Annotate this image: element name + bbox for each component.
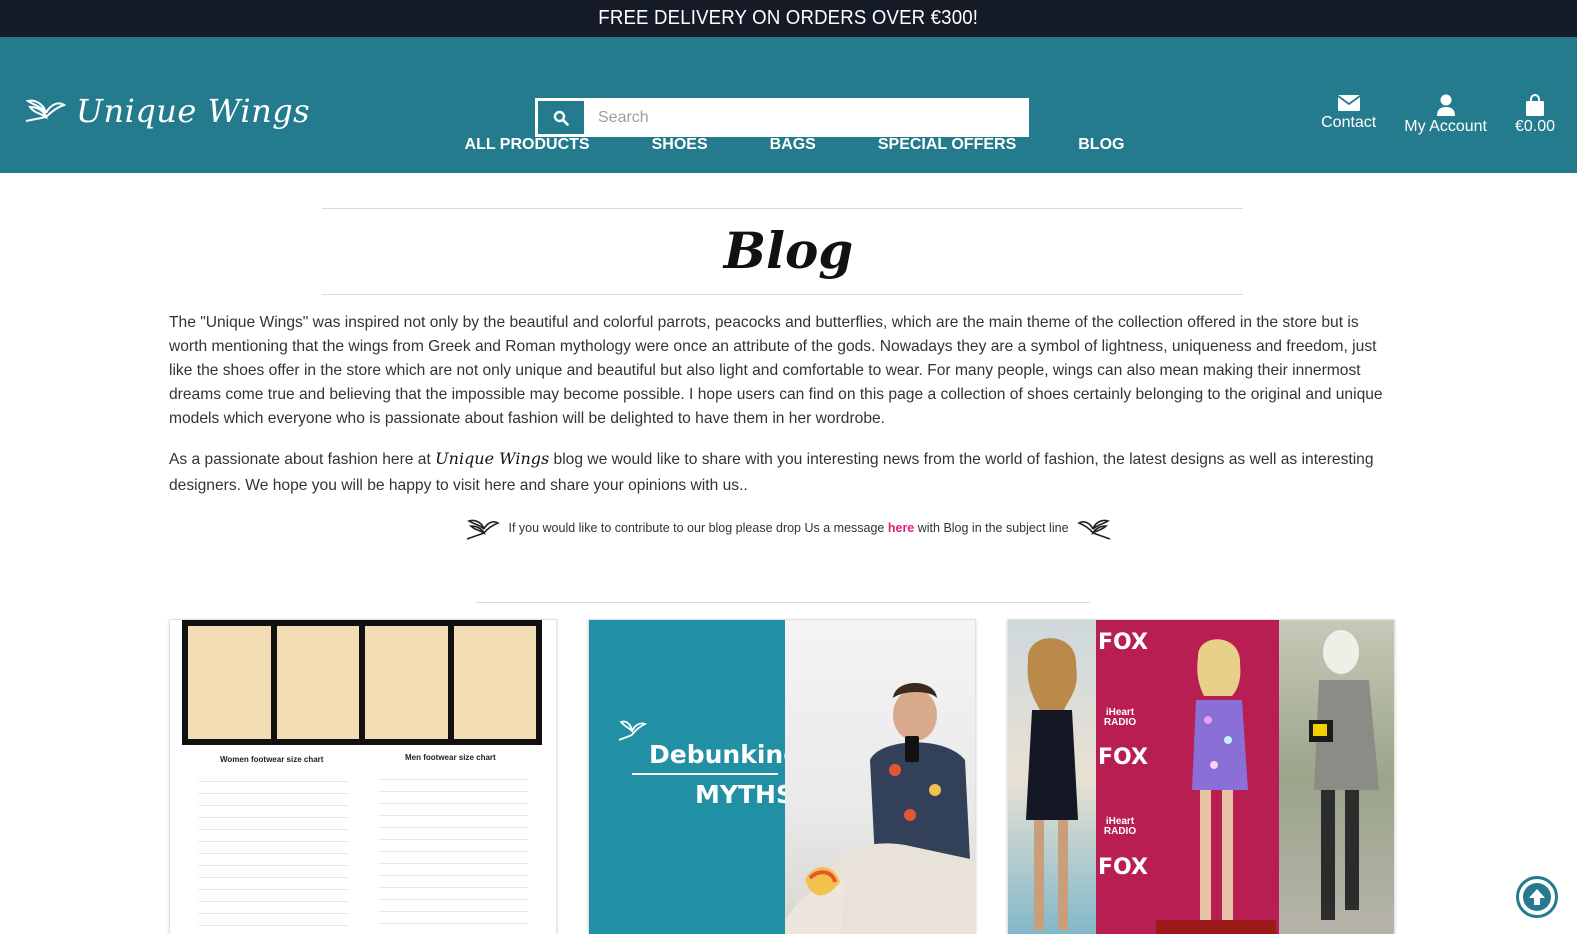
promo-banner: FREE DELIVERY ON ORDERS OVER €300! — [0, 0, 1577, 37]
shopping-bag-icon — [1525, 94, 1544, 116]
inline-brand: Unique Wings — [435, 449, 550, 468]
celebrity-photo-right — [1279, 620, 1394, 934]
page-title: Blog — [723, 221, 854, 280]
blog-cards: Women footwear size chart Men footwear s… — [169, 619, 1395, 934]
woman-silhouette — [1026, 638, 1078, 930]
men-size-table — [378, 768, 528, 934]
contact-link[interactable]: Contact — [1321, 94, 1376, 136]
user-icon — [1436, 94, 1455, 116]
contact-here-link[interactable]: here — [888, 521, 914, 535]
contribute-text: If you would like to contribute to our b… — [508, 521, 1068, 535]
back-to-top-button[interactable] — [1516, 876, 1558, 918]
man-sitting-photo — [785, 620, 975, 934]
nav-blog[interactable]: BLOG — [1047, 136, 1155, 154]
butterfly-icon — [618, 720, 647, 741]
logo-text: Unique Wings — [76, 92, 311, 130]
men-chart-title: Men footwear size chart — [405, 753, 496, 762]
fox-logo-text-3: FOX — [1098, 855, 1148, 880]
search-bar — [535, 98, 1029, 137]
women-chart-title: Women footwear size chart — [220, 755, 324, 764]
my-account-link[interactable]: My Account — [1404, 94, 1487, 136]
iheart-radio-text: iHeart RADIO — [1103, 707, 1137, 728]
blog-card-debunking-myths[interactable]: Debunking MYTHS — [588, 619, 976, 934]
divider-top — [322, 208, 1243, 209]
foot-panel — [365, 626, 448, 739]
site-header: Unique Wings Contact My Account — [0, 37, 1577, 173]
intro-paragraph: The "Unique Wings" was inspired not only… — [169, 314, 1383, 427]
nav-shoes[interactable]: SHOES — [621, 136, 739, 154]
site-logo[interactable]: Unique Wings — [24, 91, 310, 131]
nav-all-products[interactable]: ALL PRODUCTS — [434, 136, 621, 154]
celebrity-photo-center: FOX FOX FOX iHeart RADIO iHeart RADIO — [1096, 620, 1279, 934]
contact-label: Contact — [1321, 114, 1377, 131]
cart-total: €0.00 — [1514, 118, 1555, 135]
foot-panel — [188, 626, 271, 739]
blog-card-size-chart[interactable]: Women footwear size chart Men footwear s… — [169, 619, 557, 934]
fox-logo-text: FOX — [1098, 630, 1148, 655]
feet-measuring-image — [182, 620, 542, 745]
main-nav: ALL PRODUCTS SHOES BAGS SPECIAL OFFERS B… — [0, 136, 1577, 154]
search-button[interactable] — [536, 99, 586, 136]
divider-title — [322, 294, 1243, 295]
foot-panel — [276, 626, 359, 739]
wing-left-icon — [467, 519, 501, 540]
fashion-text-before: As a passionate about fashion here at — [169, 451, 436, 468]
debunking-panel: Debunking MYTHS — [589, 620, 801, 934]
debunking-underline — [632, 773, 778, 775]
women-size-table — [198, 770, 348, 934]
divider-cards — [476, 602, 1090, 603]
myths-title: MYTHS — [695, 780, 794, 809]
header-actions: Contact My Account €0.00 — [1321, 94, 1555, 136]
envelope-icon — [1337, 95, 1361, 111]
cart-link[interactable]: €0.00 — [1515, 94, 1555, 136]
fox-logo-text-2: FOX — [1098, 745, 1148, 770]
woman-blonde-walking — [1309, 630, 1379, 920]
man-illustration — [785, 683, 975, 934]
contribute-after: with Blog in the subject line — [914, 521, 1069, 535]
contribute-before: If you would like to contribute to our b… — [508, 521, 888, 535]
search-icon — [553, 110, 569, 126]
nav-special-offers[interactable]: SPECIAL OFFERS — [847, 136, 1047, 154]
celebrity-photo-left — [1008, 620, 1096, 934]
promo-text: FREE DELIVERY ON ORDERS OVER €300! — [598, 7, 979, 29]
foot-panel — [453, 626, 536, 739]
blog-card-celebrities[interactable]: FOX FOX FOX iHeart RADIO iHeart RADIO — [1007, 619, 1395, 934]
fashion-paragraph: As a passionate about fashion here at Un… — [169, 446, 1399, 499]
iheart-radio-text-2: iHeart RADIO — [1103, 816, 1137, 837]
contribute-note: If you would like to contribute to our b… — [0, 513, 1577, 543]
wing-right-icon — [1076, 519, 1110, 540]
nav-bags[interactable]: BAGS — [739, 136, 847, 154]
my-account-label: My Account — [1404, 118, 1487, 135]
woman-sequin-outfit — [1156, 639, 1276, 934]
debunking-title: Debunking — [649, 740, 802, 769]
arrow-up-circle-icon — [1523, 883, 1551, 911]
search-input[interactable] — [586, 99, 1028, 136]
wings-logo-icon — [25, 99, 67, 122]
